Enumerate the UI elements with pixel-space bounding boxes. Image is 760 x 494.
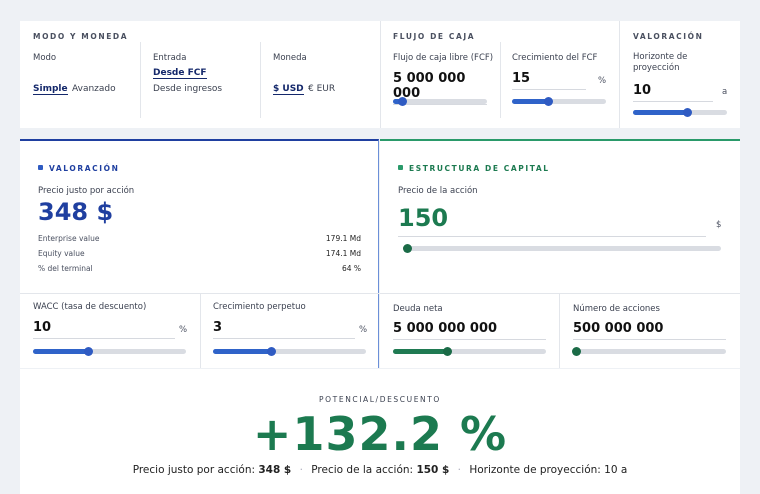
horizon-slider[interactable]: [633, 108, 727, 117]
horizon-input[interactable]: 10: [633, 83, 713, 102]
net-debt-input[interactable]: 5 000 000 000: [393, 321, 546, 340]
moneda-label: Moneda: [273, 53, 307, 63]
divider: [140, 42, 141, 118]
section-title-cash-flow: FLUJO DE CAJA: [393, 32, 476, 41]
summary-horizon-value: 10 a: [604, 464, 628, 476]
horizon-label: Horizonte de proyección: [633, 52, 688, 73]
perpetual-growth-input[interactable]: 3: [213, 320, 355, 339]
divider: [380, 21, 381, 128]
section-title-valuation-horizon: VALORACIÓN: [633, 32, 704, 41]
mode-option-advanced[interactable]: Avanzado: [72, 84, 116, 94]
slider-thumb[interactable]: [682, 108, 692, 117]
currency-option-eur[interactable]: € EUR: [308, 84, 335, 94]
fcf-label: Flujo de caja libre (FCF): [393, 53, 494, 63]
equity-value: 174.1 Md: [325, 249, 361, 258]
summary-fair-price-label: Precio justo por acción:: [132, 464, 256, 476]
summary-share-price-label: Precio de la acción:: [311, 464, 414, 476]
fcf-growth-unit: %: [598, 76, 607, 86]
separator-dot: ·: [299, 464, 303, 476]
summary-share-price-value: 150 $: [416, 464, 450, 476]
wacc-slider[interactable]: [33, 347, 186, 356]
shares-count-slider[interactable]: [572, 347, 726, 356]
summary-horizon-label: Horizonte de proyección:: [469, 464, 601, 476]
equity-value-label: Equity value: [38, 249, 85, 258]
net-debt-slider[interactable]: [393, 347, 546, 356]
perpetual-growth-label: Crecimiento perpetuo: [213, 302, 306, 312]
capital-dot-icon: [398, 165, 403, 170]
wacc-input[interactable]: 10: [33, 320, 175, 339]
modo-label: Modo: [33, 53, 57, 63]
shares-count-label: Número de acciones: [573, 304, 660, 314]
potential-summary: Precio justo por acción: 348 $ · Precio …: [20, 464, 740, 476]
terminal-pct-label: % del terminal: [38, 264, 93, 273]
net-debt-label: Deuda neta: [393, 304, 443, 314]
divider: [200, 293, 201, 368]
shares-count-input[interactable]: 500 000 000: [573, 321, 726, 340]
section-title-valuation: VALORACIÓN: [49, 164, 120, 173]
share-price-slider[interactable]: [403, 244, 721, 253]
share-price-input[interactable]: 150: [398, 204, 706, 237]
mode-option-simple[interactable]: Simple: [33, 84, 68, 95]
summary-fair-price-value: 348 $: [258, 464, 292, 476]
share-price-unit: $: [716, 220, 722, 230]
fair-price-value: 348 $: [38, 198, 114, 226]
divider: [260, 42, 261, 118]
slider-thumb[interactable]: [442, 347, 452, 356]
fcf-growth-input[interactable]: 15: [512, 71, 586, 90]
perpetual-growth-slider[interactable]: [213, 347, 366, 356]
currency-option-usd[interactable]: $ USD: [273, 84, 304, 95]
divider: [380, 293, 740, 294]
slider-thumb[interactable]: [84, 347, 94, 356]
wacc-unit: %: [179, 325, 188, 335]
input-option-from-revenue[interactable]: Desde ingresos: [153, 84, 222, 94]
enterprise-value: 179.1 Md: [325, 234, 361, 243]
wacc-label: WACC (tasa de descuento): [33, 302, 147, 312]
fair-price-label: Precio justo por acción: [38, 186, 135, 196]
fcf-slider[interactable]: [393, 97, 487, 106]
potential-title: POTENCIAL/DESCUENTO: [319, 395, 441, 404]
section-title-mode-currency: MODO Y MONEDA: [33, 32, 129, 41]
input-option-from-fcf[interactable]: Desde FCF: [153, 68, 207, 79]
divider: [559, 293, 560, 368]
horizon-unit: a: [722, 87, 728, 97]
separator-dot: ·: [457, 464, 462, 476]
entrada-label: Entrada: [153, 53, 187, 63]
share-price-label: Precio de la acción: [398, 186, 478, 196]
potential-value: +132.2 %: [252, 407, 508, 461]
divider: [619, 21, 620, 128]
valuation-dot-icon: [38, 165, 43, 170]
section-title-capital-structure: ESTRUCTURA DE CAPITAL: [409, 164, 550, 173]
perpetual-growth-unit: %: [359, 325, 368, 335]
slider-thumb[interactable]: [572, 347, 582, 356]
slider-thumb[interactable]: [403, 244, 412, 253]
divider: [500, 42, 501, 118]
slider-thumb[interactable]: [543, 97, 553, 106]
fcf-growth-label: Crecimiento del FCF: [512, 53, 598, 63]
terminal-pct-value: 64 %: [341, 264, 361, 273]
fcf-growth-slider[interactable]: [512, 97, 606, 106]
enterprise-value-label: Enterprise value: [38, 234, 100, 243]
